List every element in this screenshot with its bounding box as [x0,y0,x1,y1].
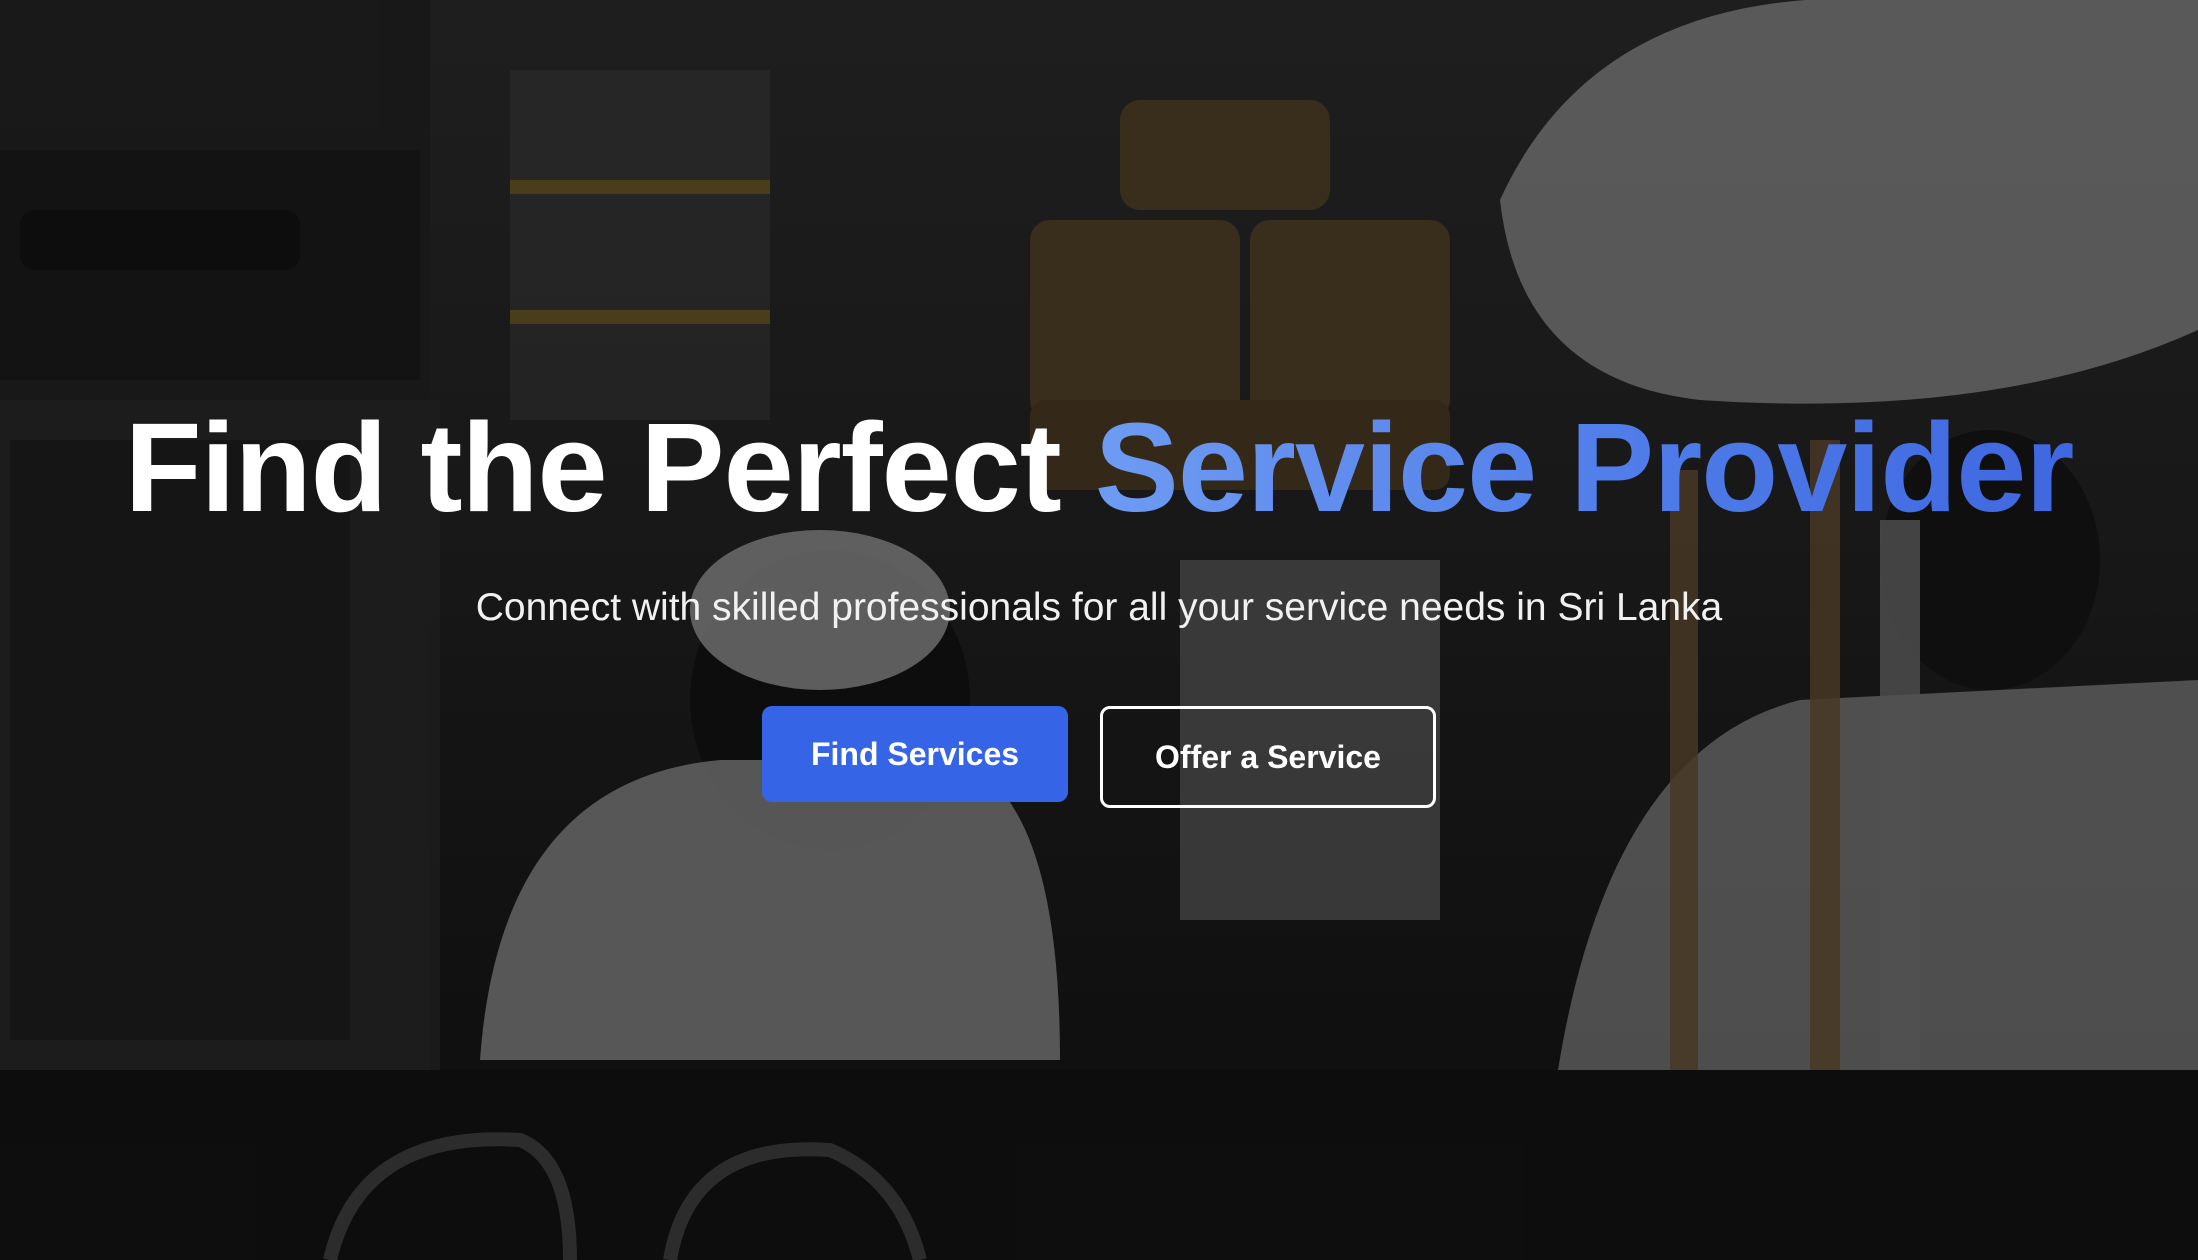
hero-actions: Find Services Offer a Service [0,706,2198,808]
hero-subtitle: Connect with skilled professionals for a… [475,586,1723,629]
headline-main: Find the Perfect [124,397,1062,538]
offer-service-button[interactable]: Offer a Service [1100,706,1436,808]
headline-accent: Service Provider [1094,397,2075,538]
hero-section: Find the Perfect Service Provider Connec… [0,0,2198,1260]
hero-headline: Find the Perfect Service Provider [0,398,2198,538]
find-services-button[interactable]: Find Services [762,706,1068,802]
hero-content: Find the Perfect Service Provider Connec… [0,398,2198,808]
